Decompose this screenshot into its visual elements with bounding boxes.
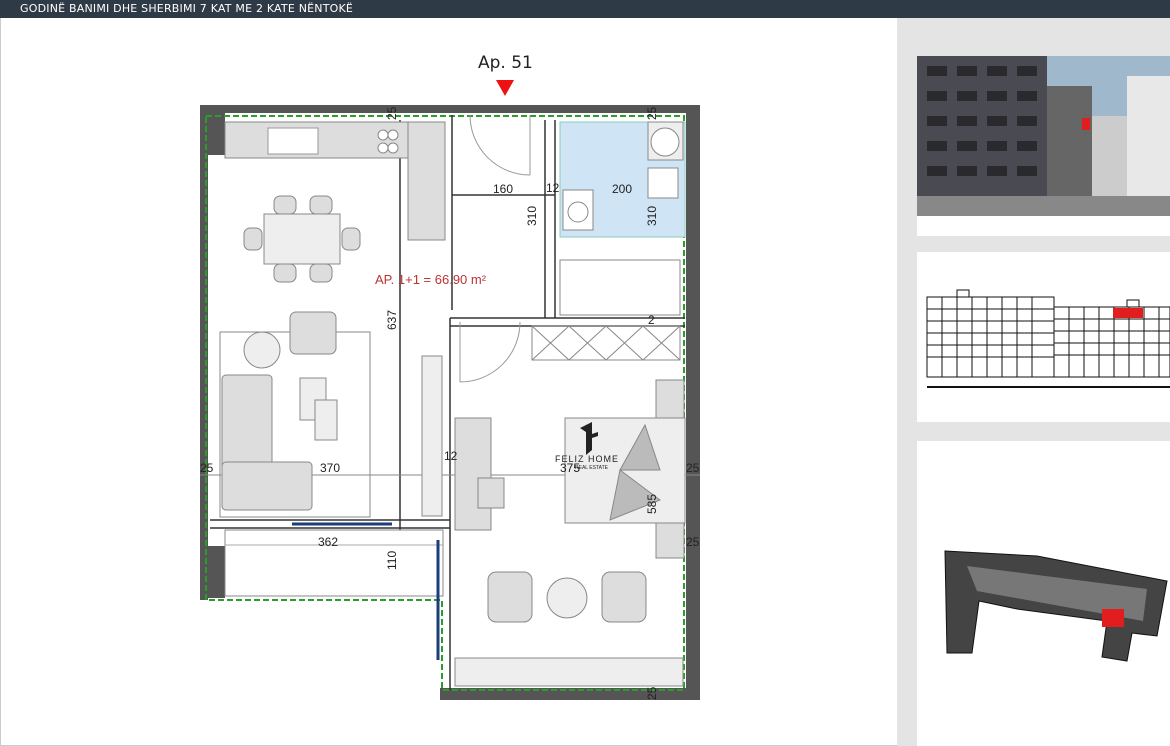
dim-200: 200 (612, 182, 632, 196)
bedroom (421, 355, 686, 687)
dim-310-b: 310 (645, 206, 659, 226)
dining-table (243, 195, 361, 283)
site-plan-drawing (944, 550, 1168, 662)
building-render-image (917, 56, 1170, 236)
dim-25-a: 25 (200, 461, 214, 475)
brand-sub: REAL ESTATE (575, 465, 609, 471)
dim-310-a: 310 (525, 206, 539, 226)
dim-370: 370 (320, 461, 340, 475)
dim-25-b: 25 (686, 461, 700, 475)
dim-25-f: 25 (645, 686, 659, 700)
wardrobe (531, 325, 681, 361)
elevation-thumbnail[interactable] (917, 252, 1170, 422)
dim-110: 110 (385, 551, 399, 570)
site-plan-thumbnail[interactable] (917, 441, 1170, 746)
door-swings (459, 114, 531, 383)
dim-2: 2 (648, 313, 655, 327)
dim-585: 585 (645, 494, 659, 514)
dim-637: 637 (385, 310, 399, 330)
building-render-thumbnail[interactable] (917, 56, 1170, 236)
dim-25-c: 25 (686, 535, 700, 549)
living-area (219, 311, 371, 518)
dim-25-e: 25 (645, 106, 659, 120)
side-panel (897, 18, 1170, 746)
area-label: AP. 1+1 = 66.90 m² (375, 272, 487, 287)
elevation-drawing (926, 289, 1170, 388)
dim-25-d: 25 (385, 106, 399, 120)
dim-12-b: 12 (444, 449, 458, 463)
bathroom (559, 121, 686, 316)
brand-name: FELIZ HOME (555, 454, 619, 464)
dim-362: 362 (318, 535, 338, 549)
dim-160: 160 (493, 182, 513, 196)
dim-12-a: 12 (546, 181, 560, 195)
floor-plan: 160 200 310 310 637 370 375 585 362 110 … (200, 105, 700, 700)
